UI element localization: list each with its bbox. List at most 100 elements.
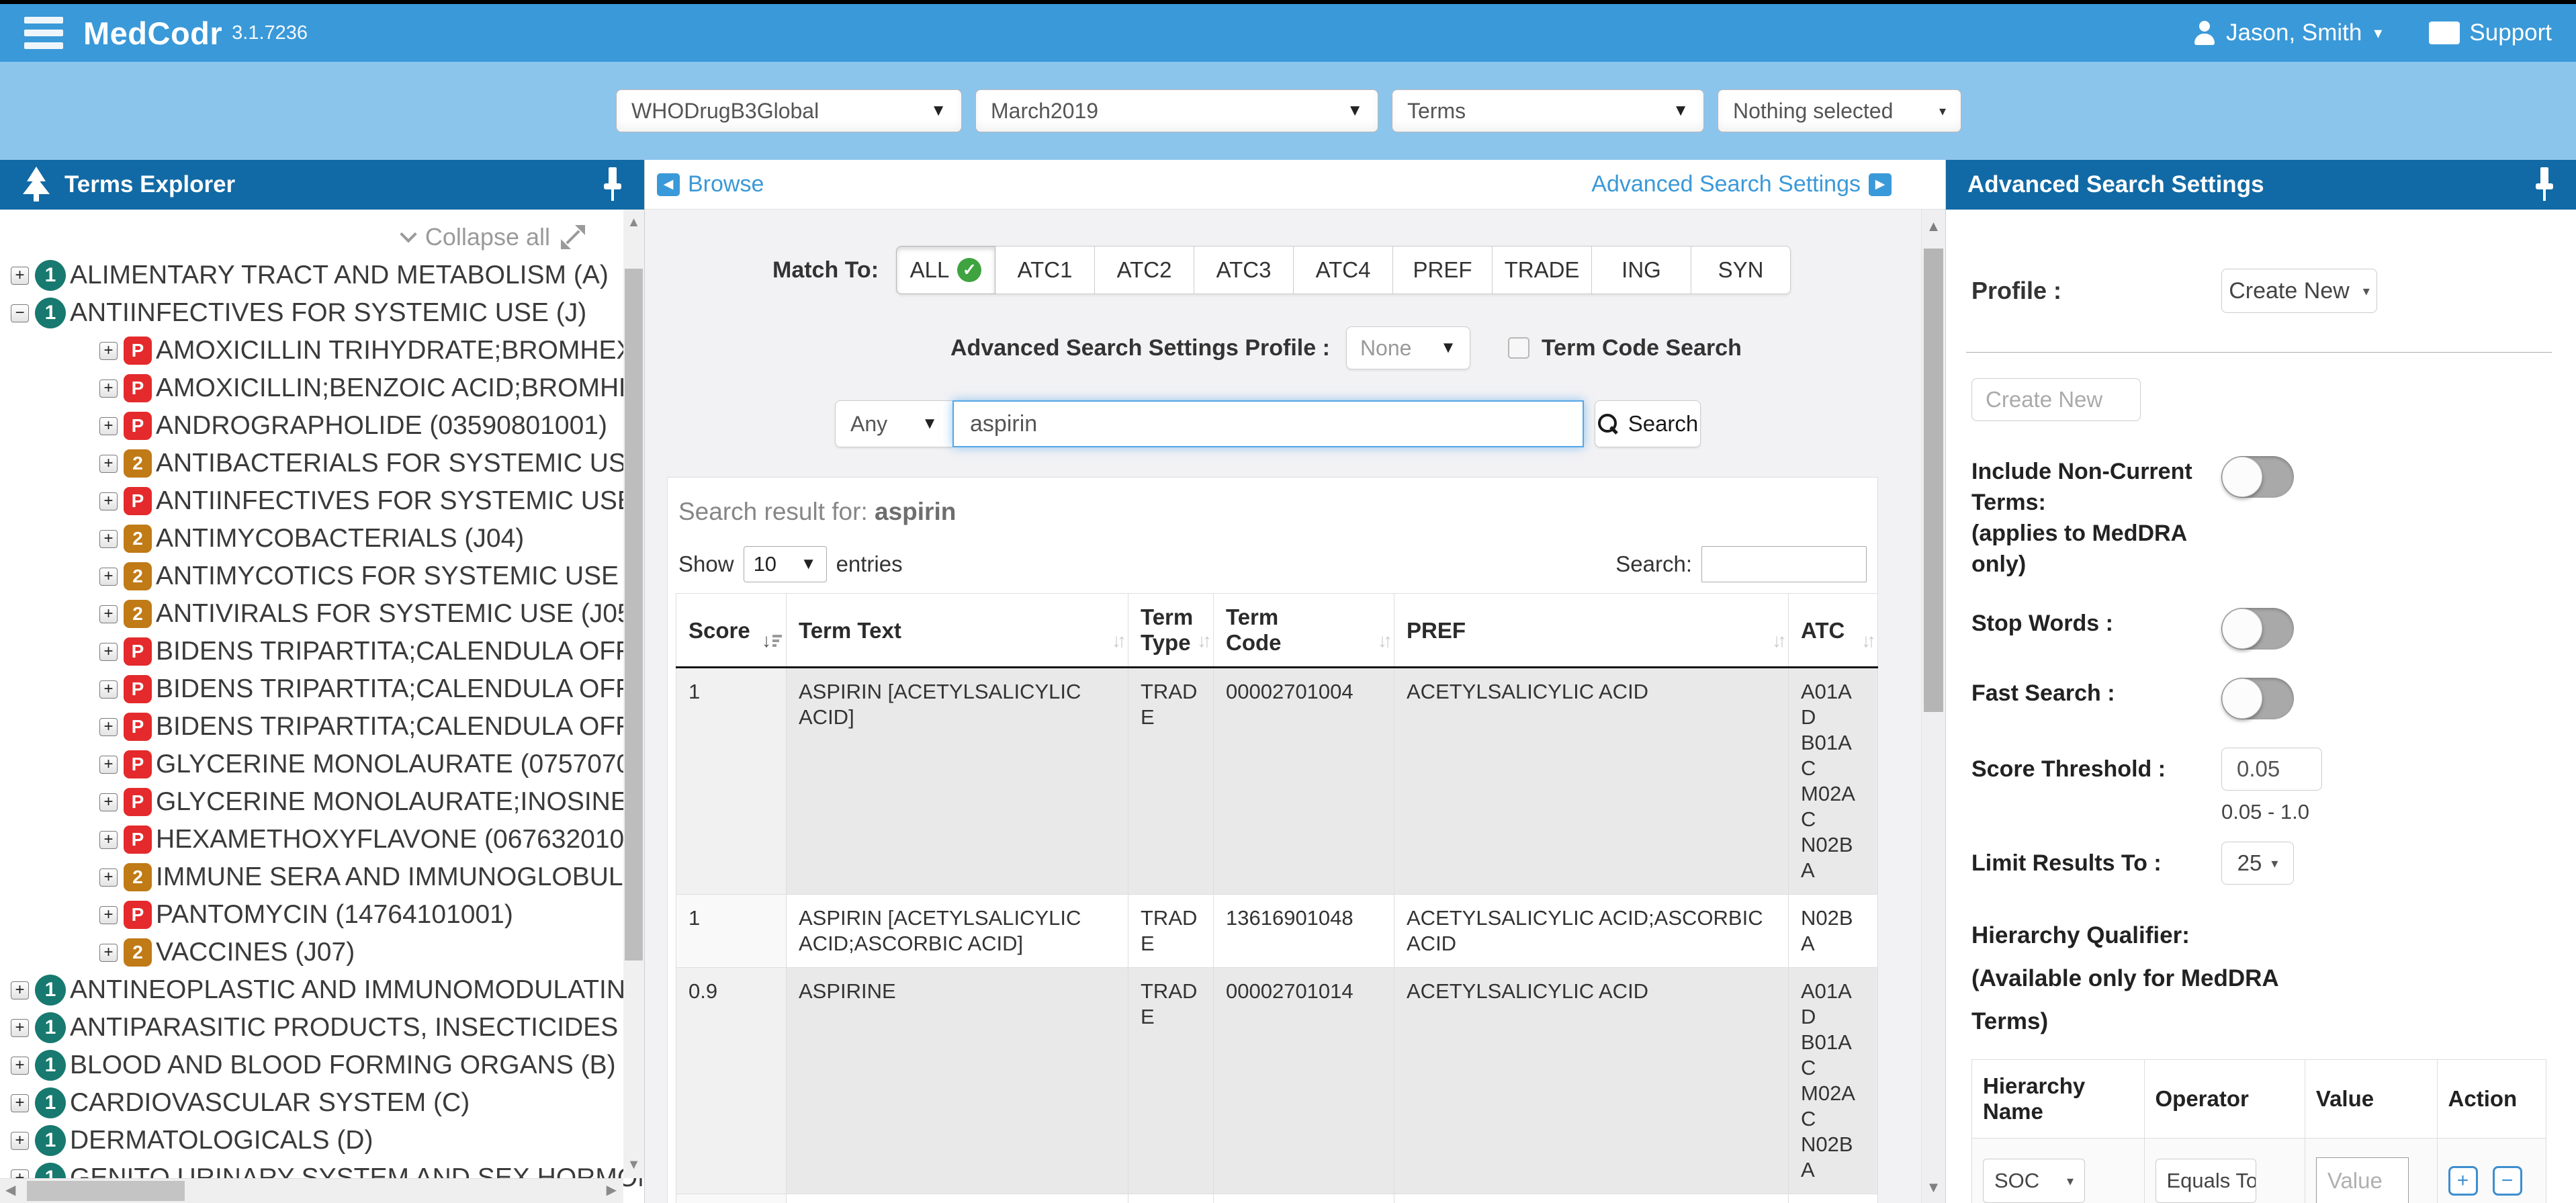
collapse-all-link[interactable]: Collapse all: [425, 223, 550, 251]
scroll-down-icon[interactable]: ▼: [1922, 1179, 1945, 1196]
tree-item[interactable]: +1ANTIPARASITIC PRODUCTS, INSECTICIDES A…: [11, 1009, 644, 1046]
tree-item[interactable]: +1DERMATOLOGICALS (D): [11, 1122, 644, 1159]
tree-item[interactable]: +2ANTIMYCOBACTERIALS (J04): [11, 520, 644, 558]
tree-item[interactable]: +1ALIMENTARY TRACT AND METABOLISM (A): [11, 257, 644, 294]
tree-vertical-scrollbar[interactable]: ▲ ▼: [623, 210, 644, 1178]
expand-node-icon[interactable]: +: [11, 267, 29, 285]
hq-value-input[interactable]: Value: [2316, 1157, 2409, 1203]
match-tab-trade[interactable]: TRADE: [1493, 246, 1592, 294]
expand-node-icon[interactable]: +: [99, 718, 118, 736]
include-non-current-toggle[interactable]: [2221, 456, 2294, 498]
profile-select[interactable]: None ▼: [1346, 326, 1470, 369]
browse-back-link[interactable]: ◀ Browse: [657, 171, 764, 197]
browse-vertical-scrollbar[interactable]: ▲ ▼: [1921, 210, 1945, 1203]
match-tab-all[interactable]: ALL✓: [896, 246, 995, 294]
scroll-up-icon[interactable]: ▲: [1922, 218, 1945, 235]
search-button[interactable]: Search: [1595, 400, 1701, 447]
tree-item[interactable]: +PHEXAMETHOXYFLAVONE (06763201001): [11, 821, 644, 858]
add-row-icon[interactable]: +: [2448, 1166, 2478, 1196]
match-tab-atc3[interactable]: ATC3: [1194, 246, 1294, 294]
expand-node-icon[interactable]: +: [99, 944, 118, 962]
expand-node-icon[interactable]: +: [99, 417, 118, 435]
tree-item[interactable]: +2ANTIVIRALS FOR SYSTEMIC USE (J05): [11, 595, 644, 633]
tree-item[interactable]: −1ANTIINFECTIVES FOR SYSTEMIC USE (J): [11, 294, 644, 332]
hamburger-menu-icon[interactable]: [24, 17, 63, 49]
tree-item[interactable]: +2IMMUNE SERA AND IMMUNOGLOBULINS (J06): [11, 858, 644, 896]
match-tab-pref[interactable]: PREF: [1393, 246, 1493, 294]
expand-node-icon[interactable]: +: [11, 1019, 29, 1037]
table-row[interactable]: 0.9ASPIRINATRADE00002701082ACETYLSALICYL…: [676, 1194, 1878, 1203]
match-tab-atc1[interactable]: ATC1: [995, 246, 1095, 294]
tree-item[interactable]: +PGLYCERINE MONOLAURATE;INOSINE (1332790: [11, 783, 644, 821]
create-new-input[interactable]: Create New: [1971, 378, 2141, 421]
tree-item[interactable]: +2VACCINES (J07): [11, 934, 644, 971]
expand-node-icon[interactable]: +: [99, 342, 118, 360]
expand-node-icon[interactable]: +: [99, 605, 118, 623]
tree-item[interactable]: +PAMOXICILLIN;BENZOIC ACID;BROMHEXINE (1…: [11, 369, 644, 407]
support-link[interactable]: Support: [2429, 19, 2552, 46]
panel-profile-select[interactable]: Create New ▾: [2221, 269, 2377, 313]
match-tab-ing[interactable]: ING: [1592, 246, 1691, 294]
limit-results-select[interactable]: 25 ▾: [2221, 842, 2294, 885]
dictionary-select[interactable]: WHODrugB3Global ▼: [616, 89, 962, 132]
tree-item[interactable]: +1CARDIOVASCULAR SYSTEM (C): [11, 1084, 644, 1122]
match-tab-atc4[interactable]: ATC4: [1294, 246, 1393, 294]
match-tab-syn[interactable]: SYN: [1691, 246, 1791, 294]
collapse-node-icon[interactable]: −: [11, 304, 29, 322]
expand-node-icon[interactable]: +: [99, 756, 118, 774]
pin-icon[interactable]: [2534, 167, 2555, 202]
table-filter-input[interactable]: [1701, 546, 1867, 582]
term-code-search-checkbox[interactable]: [1508, 337, 1529, 359]
tree-item[interactable]: +PBIDENS TRIPARTITA;CALENDULA OFFICINALI…: [11, 670, 644, 708]
column-header-term-text[interactable]: Term Text ↓↑: [787, 594, 1128, 668]
tree-item[interactable]: +2ANTIMYCOTICS FOR SYSTEMIC USE (J02): [11, 558, 644, 595]
remove-row-icon[interactable]: −: [2493, 1166, 2522, 1196]
expand-node-icon[interactable]: +: [11, 981, 29, 999]
hierarchy-name-select[interactable]: SOC ▾: [1983, 1159, 2085, 1203]
column-header-pref[interactable]: PREF ↓↑: [1394, 594, 1789, 668]
table-row[interactable]: 1ASPIRIN [ACETYLSALICYLIC ACID;ASCORBIC …: [676, 895, 1878, 968]
scroll-right-icon[interactable]: ▶: [607, 1182, 617, 1198]
column-header-term-code[interactable]: Term Code ↓↑: [1214, 594, 1394, 668]
scrollbar-thumb[interactable]: [625, 269, 643, 961]
tree-horizontal-scrollbar[interactable]: ◀ ▶: [0, 1178, 623, 1203]
score-threshold-input[interactable]: 0.05: [2221, 748, 2322, 791]
expand-node-icon[interactable]: +: [99, 643, 118, 661]
tree-item[interactable]: +PAMOXICILLIN TRIHYDRATE;BROMHEXINE;SODI: [11, 332, 644, 369]
page-size-select[interactable]: 10 ▼: [744, 546, 827, 582]
table-row[interactable]: 0.9ASPIRINETRADE00002701014ACETYLSALICYL…: [676, 968, 1878, 1194]
tree-item[interactable]: +1BLOOD AND BLOOD FORMING ORGANS (B): [11, 1046, 644, 1084]
expand-node-icon[interactable]: +: [99, 380, 118, 398]
scroll-up-icon[interactable]: ▲: [623, 215, 644, 230]
match-tab-atc2[interactable]: ATC2: [1095, 246, 1194, 294]
scroll-left-icon[interactable]: ◀: [5, 1182, 15, 1198]
expand-node-icon[interactable]: +: [11, 1094, 29, 1112]
column-header-atc[interactable]: ATC ↓↑: [1789, 594, 1878, 668]
expand-node-icon[interactable]: +: [99, 492, 118, 510]
expand-panel-icon[interactable]: [561, 225, 585, 249]
tree-item[interactable]: +PANTIINFECTIVES FOR SYSTEMIC USE (90114…: [11, 482, 644, 520]
expand-node-icon[interactable]: +: [99, 906, 118, 924]
multi-select[interactable]: Nothing selected ▾: [1718, 89, 1961, 132]
scroll-down-icon[interactable]: ▼: [623, 1157, 644, 1173]
stop-words-toggle[interactable]: [2221, 608, 2294, 650]
expand-node-icon[interactable]: +: [99, 680, 118, 699]
tree-item[interactable]: +2ANTIBACTERIALS FOR SYSTEMIC USE (J01): [11, 445, 644, 482]
pin-icon[interactable]: [603, 167, 623, 202]
tree-item[interactable]: +1ANTINEOPLASTIC AND IMMUNOMODULATING AG…: [11, 971, 644, 1009]
tree-item[interactable]: +PPANTOMYCIN (14764101001): [11, 896, 644, 934]
expand-node-icon[interactable]: +: [11, 1132, 29, 1150]
fast-search-toggle[interactable]: [2221, 678, 2294, 719]
expand-node-icon[interactable]: +: [11, 1057, 29, 1075]
user-menu[interactable]: Jason, Smith ▾: [2192, 19, 2382, 46]
expand-node-icon[interactable]: +: [99, 455, 118, 473]
expand-node-icon[interactable]: +: [99, 530, 118, 548]
expand-node-icon[interactable]: +: [99, 568, 118, 586]
operator-select[interactable]: Equals To ▾: [2156, 1159, 2256, 1203]
mode-select[interactable]: Terms ▼: [1392, 89, 1704, 132]
tree-item[interactable]: +PBIDENS TRIPARTITA;CALENDULA OFFICINALI…: [11, 633, 644, 670]
field-selector[interactable]: Any ▼: [835, 400, 953, 447]
advanced-search-settings-link[interactable]: Advanced Search Settings ▶: [1591, 171, 1892, 197]
tree-item[interactable]: +PANDROGRAPHOLIDE (03590801001): [11, 407, 644, 445]
tree-item[interactable]: +PGLYCERINE MONOLAURATE (07570701001): [11, 746, 644, 783]
